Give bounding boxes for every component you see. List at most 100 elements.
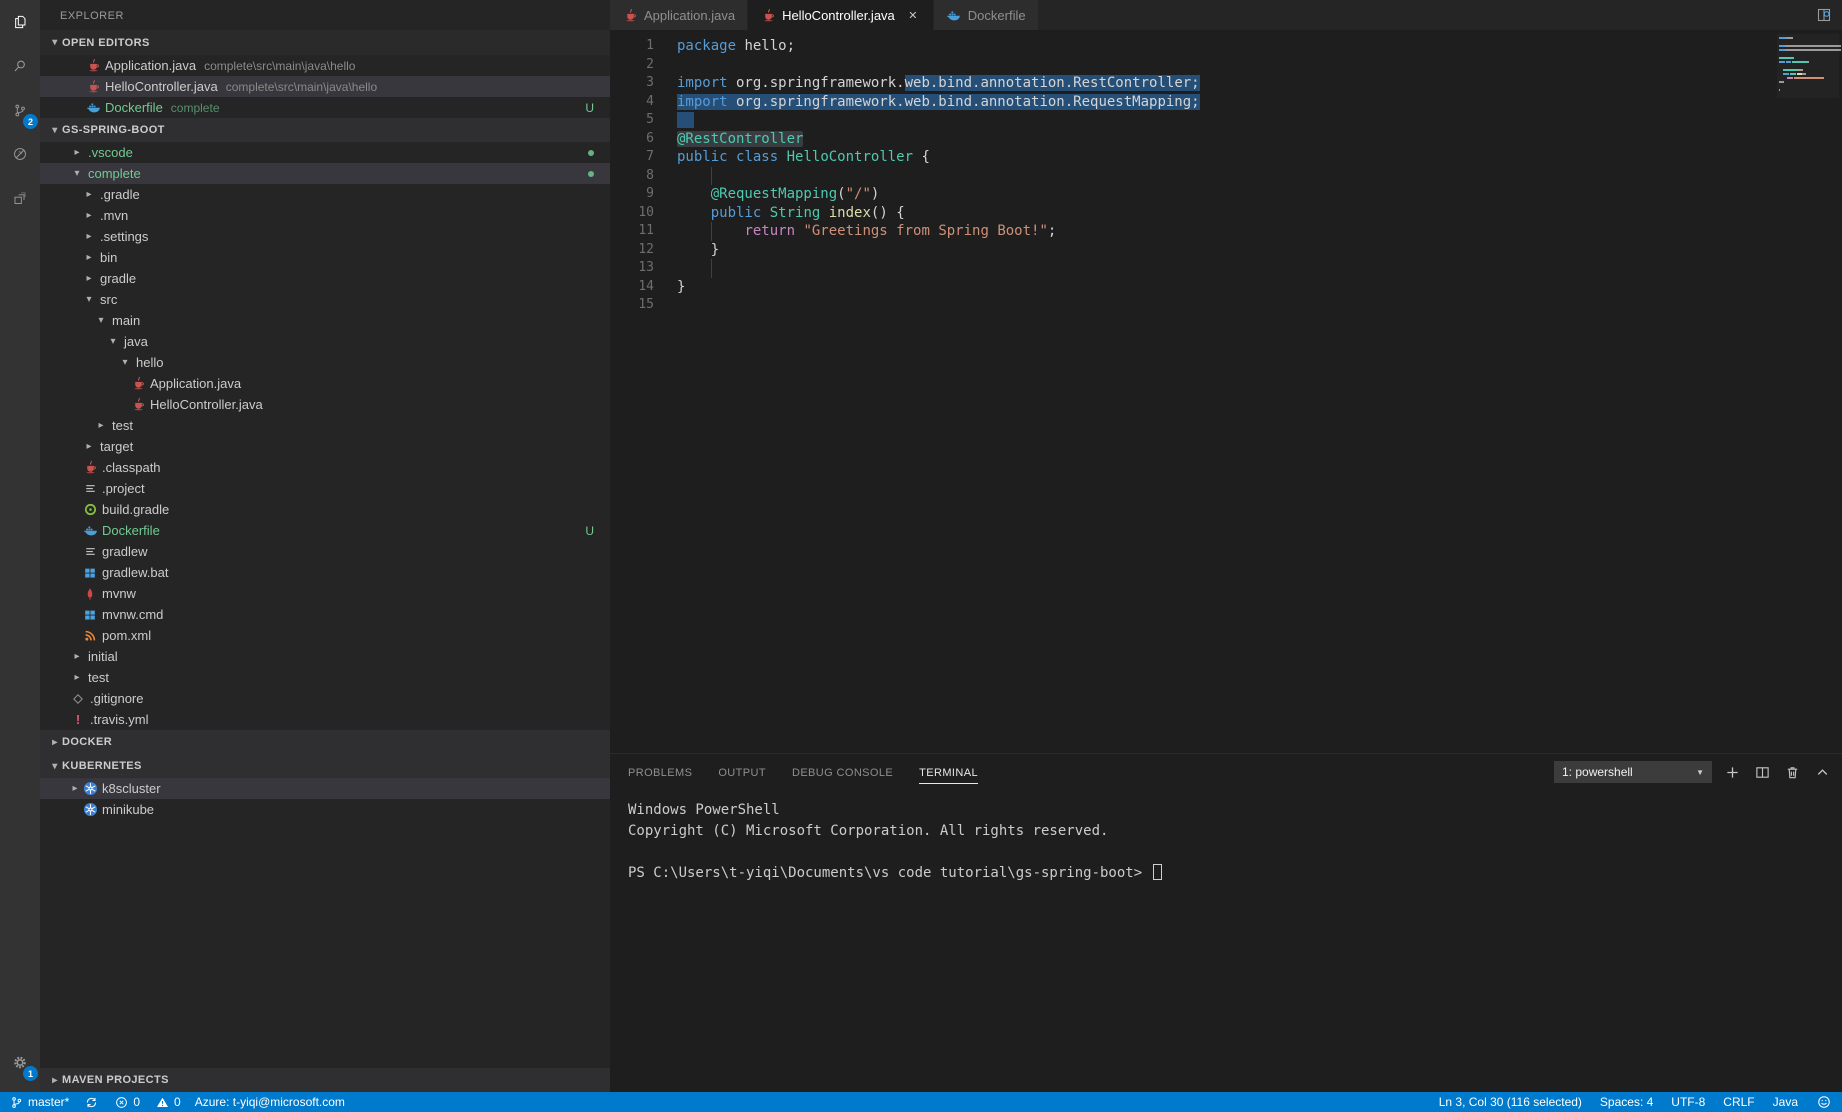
minimap[interactable] bbox=[1777, 34, 1839, 98]
file-tree-row[interactable]: .project bbox=[40, 478, 610, 499]
tree-item-label: bin bbox=[100, 250, 117, 265]
kubernetes-cluster-row[interactable]: minikube bbox=[40, 799, 610, 820]
file-tree-row[interactable]: Application.java bbox=[40, 373, 610, 394]
sync-status[interactable] bbox=[83, 1096, 99, 1109]
search-icon bbox=[12, 53, 28, 79]
language-mode[interactable]: Java bbox=[1773, 1095, 1798, 1109]
maximize-panel-button[interactable] bbox=[1812, 762, 1832, 782]
file-tree-row[interactable]: mvnw.cmd bbox=[40, 604, 610, 625]
open-editor-row[interactable]: Application.javacomplete\src\main\java\h… bbox=[40, 55, 610, 76]
line-number: 11 bbox=[610, 222, 654, 241]
activity-bar-debug[interactable] bbox=[0, 132, 40, 176]
kubernetes-cluster-row[interactable]: ▸k8scluster bbox=[40, 778, 610, 799]
error-count[interactable]: 0 bbox=[113, 1095, 140, 1109]
file-path: complete\src\main\java\hello bbox=[226, 80, 377, 94]
gitignore-icon bbox=[70, 692, 86, 706]
warning-count[interactable]: 0 bbox=[154, 1095, 181, 1109]
encoding-label: UTF-8 bbox=[1671, 1095, 1705, 1109]
feedback[interactable] bbox=[1816, 1095, 1832, 1109]
file-tree-row[interactable]: ▾hello bbox=[40, 352, 610, 373]
line-number: 9 bbox=[610, 185, 654, 204]
split-editor-icon[interactable] bbox=[1814, 5, 1834, 25]
code-line bbox=[677, 56, 1200, 75]
minimap-line bbox=[1794, 77, 1823, 79]
close-icon[interactable]: ✕ bbox=[905, 9, 921, 22]
git-branch-status[interactable]: master* bbox=[8, 1095, 69, 1109]
new-terminal-button[interactable] bbox=[1722, 762, 1742, 782]
terminal[interactable]: Windows PowerShellCopyright (C) Microsof… bbox=[610, 790, 1842, 884]
editor-tab[interactable]: Dockerfile bbox=[934, 0, 1038, 30]
file-tree-row[interactable]: build.gradle bbox=[40, 499, 610, 520]
file-tree-row[interactable]: gradlew bbox=[40, 541, 610, 562]
git-untracked-badge: U bbox=[585, 524, 594, 538]
activity-bar-search[interactable] bbox=[0, 44, 40, 88]
kill-terminal-button[interactable] bbox=[1782, 762, 1802, 782]
file-tree-row[interactable]: DockerfileU bbox=[40, 520, 610, 541]
chevron-right-icon: ▸ bbox=[82, 441, 96, 452]
file-tree-row[interactable]: ▾main bbox=[40, 310, 610, 331]
activity-bar-source-control[interactable]: 2 bbox=[0, 88, 40, 132]
file-tree-row[interactable]: ▾java bbox=[40, 331, 610, 352]
file-tree-row[interactable]: ▸test bbox=[40, 415, 610, 436]
open-editor-row[interactable]: HelloController.javacomplete\src\main\ja… bbox=[40, 76, 610, 97]
open-editors-header[interactable]: ▾ OPEN EDITORS bbox=[40, 30, 610, 55]
chevron-right-icon: ▸ bbox=[48, 737, 62, 748]
file-tree-row[interactable]: ▾complete bbox=[40, 163, 610, 184]
cursor-position[interactable]: Ln 3, Col 30 (116 selected) bbox=[1439, 1095, 1582, 1109]
maven-section-header[interactable]: ▸ MAVEN PROJECTS bbox=[40, 1068, 610, 1092]
file-tree-row[interactable]: ▸.mvn bbox=[40, 205, 610, 226]
settings-button[interactable]: 1 bbox=[0, 1040, 40, 1084]
encoding[interactable]: UTF-8 bbox=[1671, 1095, 1705, 1109]
minimap-line bbox=[1806, 45, 1841, 47]
file-tree-row[interactable]: !.travis.yml bbox=[40, 709, 610, 730]
extensions-icon bbox=[12, 186, 28, 211]
file-tree-row[interactable]: ▸bin bbox=[40, 247, 610, 268]
code-editor[interactable]: 123456789101112131415 package hello;impo… bbox=[610, 30, 1842, 753]
editor-tab[interactable]: Application.java bbox=[610, 0, 747, 30]
file-tree-row[interactable]: gradlew.bat bbox=[40, 562, 610, 583]
code-token: public bbox=[677, 149, 728, 165]
code-token: ) bbox=[871, 186, 879, 202]
panel-tab-debug-console[interactable]: DEBUG CONSOLE bbox=[792, 761, 893, 784]
line-number: 15 bbox=[610, 296, 654, 315]
azure-account[interactable]: Azure: t-yiqi@microsoft.com bbox=[195, 1095, 345, 1109]
indent-guide bbox=[711, 222, 712, 241]
file-tree-row[interactable]: ▸.vscode bbox=[40, 142, 610, 163]
tree-item-label: target bbox=[100, 439, 133, 454]
file-tree-row[interactable]: .classpath bbox=[40, 457, 610, 478]
editor-tab[interactable]: HelloController.java✕ bbox=[748, 0, 933, 30]
kubernetes-section-header[interactable]: ▾ KUBERNETES bbox=[40, 754, 610, 778]
line-number: 13 bbox=[610, 259, 654, 278]
panel-tab-problems[interactable]: PROBLEMS bbox=[628, 761, 692, 784]
code-token bbox=[677, 186, 711, 202]
file-tree-row[interactable]: ▸test bbox=[40, 667, 610, 688]
file-tree-row[interactable]: .gitignore bbox=[40, 688, 610, 709]
split-terminal-button[interactable] bbox=[1752, 762, 1772, 782]
git-modified-dot bbox=[588, 171, 594, 177]
file-tree-row[interactable]: ▾src bbox=[40, 289, 610, 310]
activity-bar-explorer[interactable] bbox=[0, 0, 40, 44]
file-tree-row[interactable]: ▸gradle bbox=[40, 268, 610, 289]
file-tree-row[interactable]: ▸.gradle bbox=[40, 184, 610, 205]
open-editor-row[interactable]: DockerfilecompleteU bbox=[40, 97, 610, 118]
docker-section-header[interactable]: ▸ DOCKER bbox=[40, 730, 610, 754]
file-tree-row[interactable]: ▸ target bbox=[40, 436, 610, 457]
indentation[interactable]: Spaces: 4 bbox=[1600, 1095, 1653, 1109]
code-token: { bbox=[913, 149, 930, 165]
file-tree-row[interactable]: ▸initial bbox=[40, 646, 610, 667]
terminal-select[interactable]: 1: powershell ▼ bbox=[1554, 761, 1712, 783]
file-tree-row[interactable]: mvnw bbox=[40, 583, 610, 604]
bottom-panel: PROBLEMS OUTPUT DEBUG CONSOLE TERMINAL 1: p… bbox=[610, 753, 1842, 1092]
eol-sequence[interactable]: CRLF bbox=[1723, 1095, 1754, 1109]
tree-item-label: .gitignore bbox=[90, 691, 143, 706]
file-tree-row[interactable]: ▸.settings bbox=[40, 226, 610, 247]
minimap-line bbox=[1785, 45, 1806, 47]
file-path: complete bbox=[171, 101, 220, 115]
activity-bar-extensions[interactable] bbox=[0, 176, 40, 220]
file-tree-row[interactable]: HelloController.java bbox=[40, 394, 610, 415]
panel-tab-output[interactable]: OUTPUT bbox=[718, 761, 766, 784]
file-tree-row[interactable]: pom.xml bbox=[40, 625, 610, 646]
file-name: Application.java bbox=[105, 58, 196, 73]
project-section-header[interactable]: ▾ GS-SPRING-BOOT bbox=[40, 118, 610, 142]
panel-tab-terminal[interactable]: TERMINAL bbox=[919, 761, 978, 784]
